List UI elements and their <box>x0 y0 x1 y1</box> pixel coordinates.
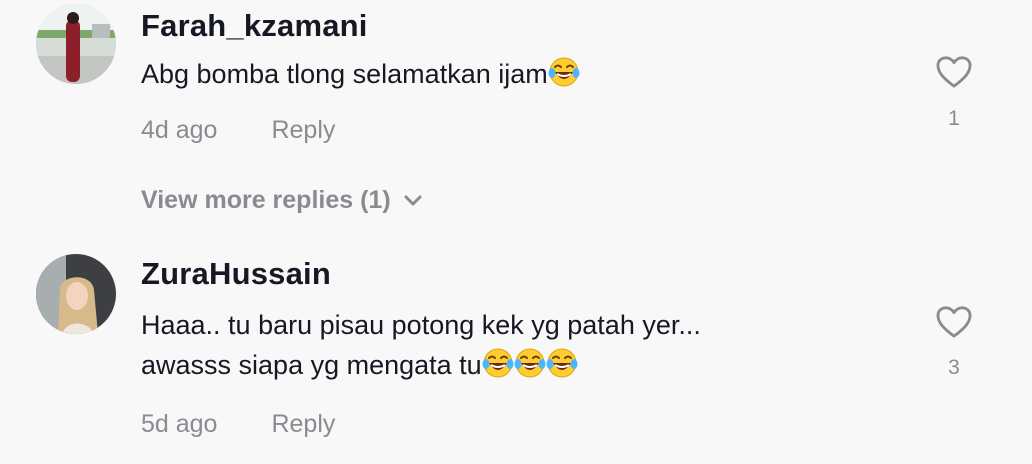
chevron-down-icon <box>404 195 422 206</box>
timestamp: 4d ago <box>141 116 218 144</box>
comment-text-line: Haaa.. tu baru pisau potong kek yg patah… <box>141 310 701 340</box>
timestamp: 5d ago <box>141 410 218 438</box>
comment-text-line: awasss siapa yg mengata tu <box>141 345 701 385</box>
like-count: 3 <box>948 356 960 379</box>
like-button[interactable] <box>934 305 974 339</box>
heart-outline-icon[interactable] <box>935 55 973 89</box>
reply-button[interactable]: Reply <box>271 410 335 438</box>
face-with-tears-of-joy-emoji <box>548 56 580 88</box>
comment-meta: 5d ago Reply <box>141 410 335 439</box>
username[interactable]: Farah_kzamani <box>141 8 368 44</box>
face-with-tears-of-joy-emoji <box>482 347 514 379</box>
comment-text-content: awasss siapa yg mengata tu <box>141 350 482 380</box>
like-button[interactable] <box>934 55 974 89</box>
username[interactable]: ZuraHussain <box>141 256 331 292</box>
heart-outline-icon[interactable] <box>935 305 973 339</box>
face-with-tears-of-joy-emoji <box>514 347 546 379</box>
avatar[interactable] <box>36 4 116 84</box>
reply-button[interactable]: Reply <box>271 116 335 144</box>
comment-text: Haaa.. tu baru pisau potong kek yg patah… <box>141 305 701 385</box>
like-count: 1 <box>948 107 960 130</box>
view-more-replies-button[interactable]: View more replies (1) <box>141 186 423 215</box>
comment-meta: 4d ago Reply <box>141 116 335 145</box>
comment-text: Abg bomba tlong selamatkan ijam <box>141 54 580 94</box>
avatar[interactable] <box>36 254 116 334</box>
face-with-tears-of-joy-emoji <box>546 347 578 379</box>
view-more-replies-label: View more replies (1) <box>141 186 391 214</box>
comment-text-content: Abg bomba tlong selamatkan ijam <box>141 59 548 89</box>
